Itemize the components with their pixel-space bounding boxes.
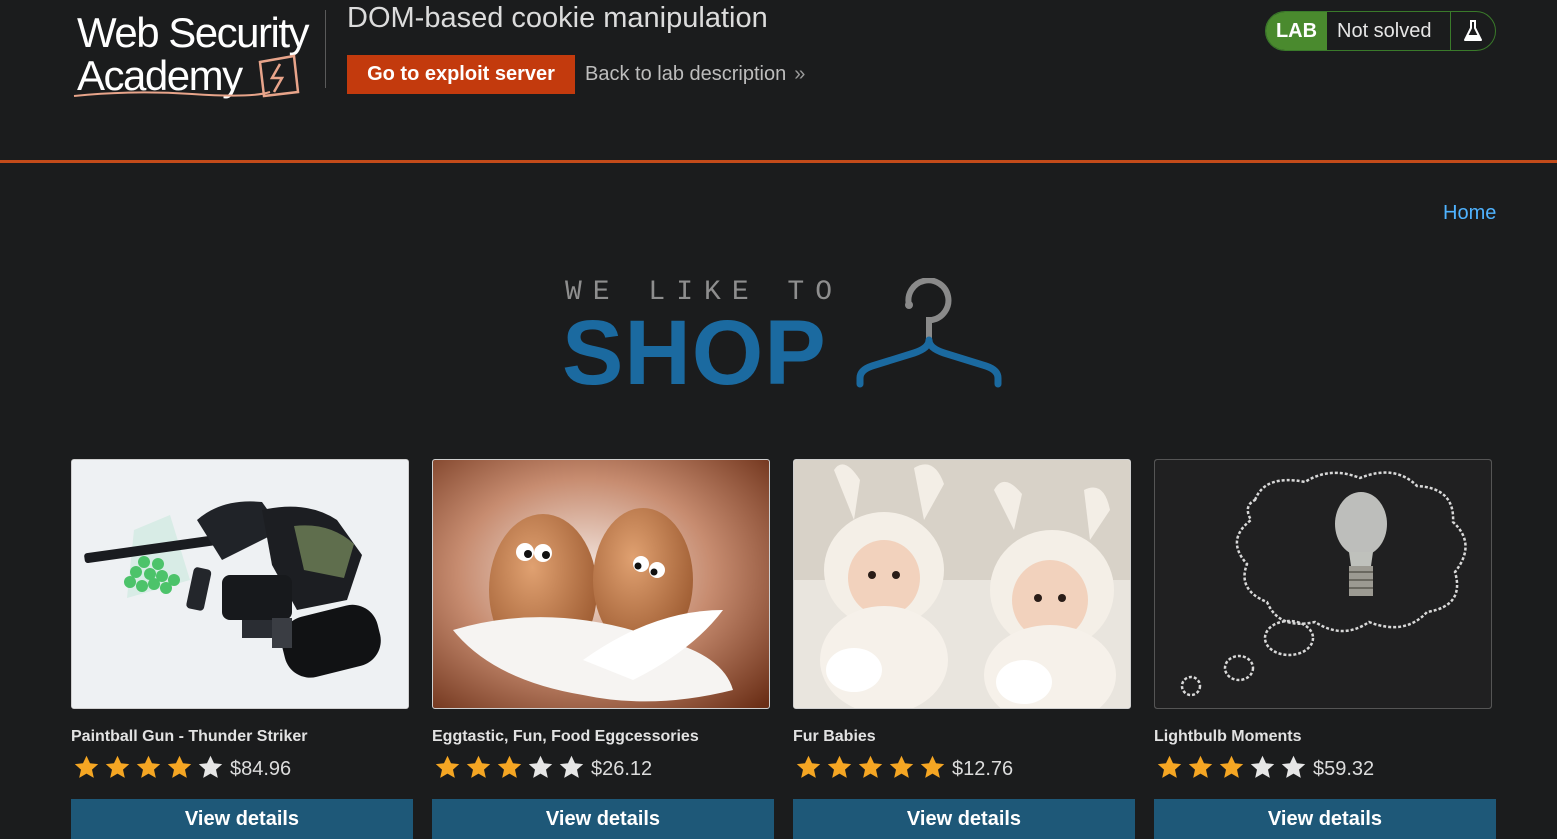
star-rating bbox=[793, 754, 948, 781]
lab-title: DOM-based cookie manipulation bbox=[347, 2, 768, 34]
product-rating-row: $59.32 bbox=[1154, 753, 1497, 781]
star-empty-icon bbox=[559, 755, 584, 778]
star-filled-icon bbox=[1157, 755, 1182, 778]
product-card: Eggtastic, Fun, Food Eggcessories $26.12… bbox=[432, 459, 775, 839]
home-link[interactable]: Home bbox=[1443, 202, 1496, 225]
view-details-button[interactable]: View details bbox=[793, 799, 1135, 839]
logo-underline bbox=[73, 91, 271, 97]
double-chevron-right-icon: » bbox=[794, 63, 805, 85]
flask-icon bbox=[1464, 20, 1482, 41]
product-card: Fur Babies $12.76 View details bbox=[793, 459, 1136, 839]
star-filled-icon bbox=[136, 755, 161, 778]
logo-line-1: Web Security bbox=[77, 9, 310, 56]
star-filled-icon bbox=[497, 755, 522, 778]
product-card: Lightbulb Moments $59.32 View details bbox=[1154, 459, 1497, 839]
star-filled-icon bbox=[889, 755, 914, 778]
lab-badge: LAB bbox=[1266, 12, 1327, 50]
product-image-lightbulb bbox=[1154, 459, 1492, 709]
star-filled-icon bbox=[74, 755, 99, 778]
star-filled-icon bbox=[466, 755, 491, 778]
product-image-paintball-gun bbox=[71, 459, 409, 709]
star-empty-icon bbox=[198, 755, 223, 778]
product-name: Eggtastic, Fun, Food Eggcessories bbox=[432, 728, 699, 745]
product-name: Fur Babies bbox=[793, 728, 876, 745]
product-rating-row: $84.96 bbox=[71, 753, 414, 781]
star-empty-icon bbox=[1281, 755, 1306, 778]
product-card: Paintball Gun - Thunder Striker $84.96 V… bbox=[71, 459, 414, 839]
star-rating bbox=[432, 754, 587, 781]
page-header: Web Security Academy DOM-based cookie ma… bbox=[0, 0, 1557, 163]
star-filled-icon bbox=[1219, 755, 1244, 778]
view-details-button[interactable]: View details bbox=[1154, 799, 1496, 839]
lab-status-text: Not solved bbox=[1327, 12, 1451, 50]
product-price: $26.12 bbox=[591, 757, 653, 780]
star-filled-icon bbox=[796, 755, 821, 778]
product-rating-row: $12.76 bbox=[793, 753, 1136, 781]
lab-status-widget: LAB Not solved bbox=[1265, 11, 1496, 51]
product-name: Lightbulb Moments bbox=[1154, 728, 1302, 745]
flask-button[interactable] bbox=[1451, 12, 1495, 50]
product-name: Paintball Gun - Thunder Striker bbox=[71, 728, 308, 745]
star-filled-icon bbox=[827, 755, 852, 778]
star-empty-icon bbox=[1250, 755, 1275, 778]
product-image-eggs bbox=[432, 459, 770, 709]
header-divider bbox=[325, 10, 326, 88]
hanger-icon bbox=[856, 278, 1002, 388]
product-price: $12.76 bbox=[952, 757, 1014, 780]
back-link-label: Back to lab description bbox=[585, 63, 787, 85]
star-filled-icon bbox=[920, 755, 945, 778]
product-price: $59.32 bbox=[1313, 757, 1375, 780]
star-filled-icon bbox=[1188, 755, 1213, 778]
back-to-lab-description-link[interactable]: Back to lab description » bbox=[585, 63, 805, 86]
product-rating-row: $26.12 bbox=[432, 753, 775, 781]
star-filled-icon bbox=[435, 755, 460, 778]
view-details-button[interactable]: View details bbox=[71, 799, 413, 839]
product-image-fur-babies bbox=[793, 459, 1131, 709]
star-filled-icon bbox=[167, 755, 192, 778]
view-details-button[interactable]: View details bbox=[432, 799, 774, 839]
star-rating bbox=[1154, 754, 1309, 781]
star-empty-icon bbox=[528, 755, 553, 778]
web-security-academy-logo[interactable]: Web Security Academy bbox=[72, 8, 328, 100]
star-filled-icon bbox=[105, 755, 130, 778]
star-filled-icon bbox=[858, 755, 883, 778]
go-to-exploit-server-button[interactable]: Go to exploit server bbox=[347, 55, 575, 94]
banner-shop-title: SHOP bbox=[562, 302, 827, 404]
product-price: $84.96 bbox=[230, 757, 292, 780]
star-rating bbox=[71, 754, 226, 781]
